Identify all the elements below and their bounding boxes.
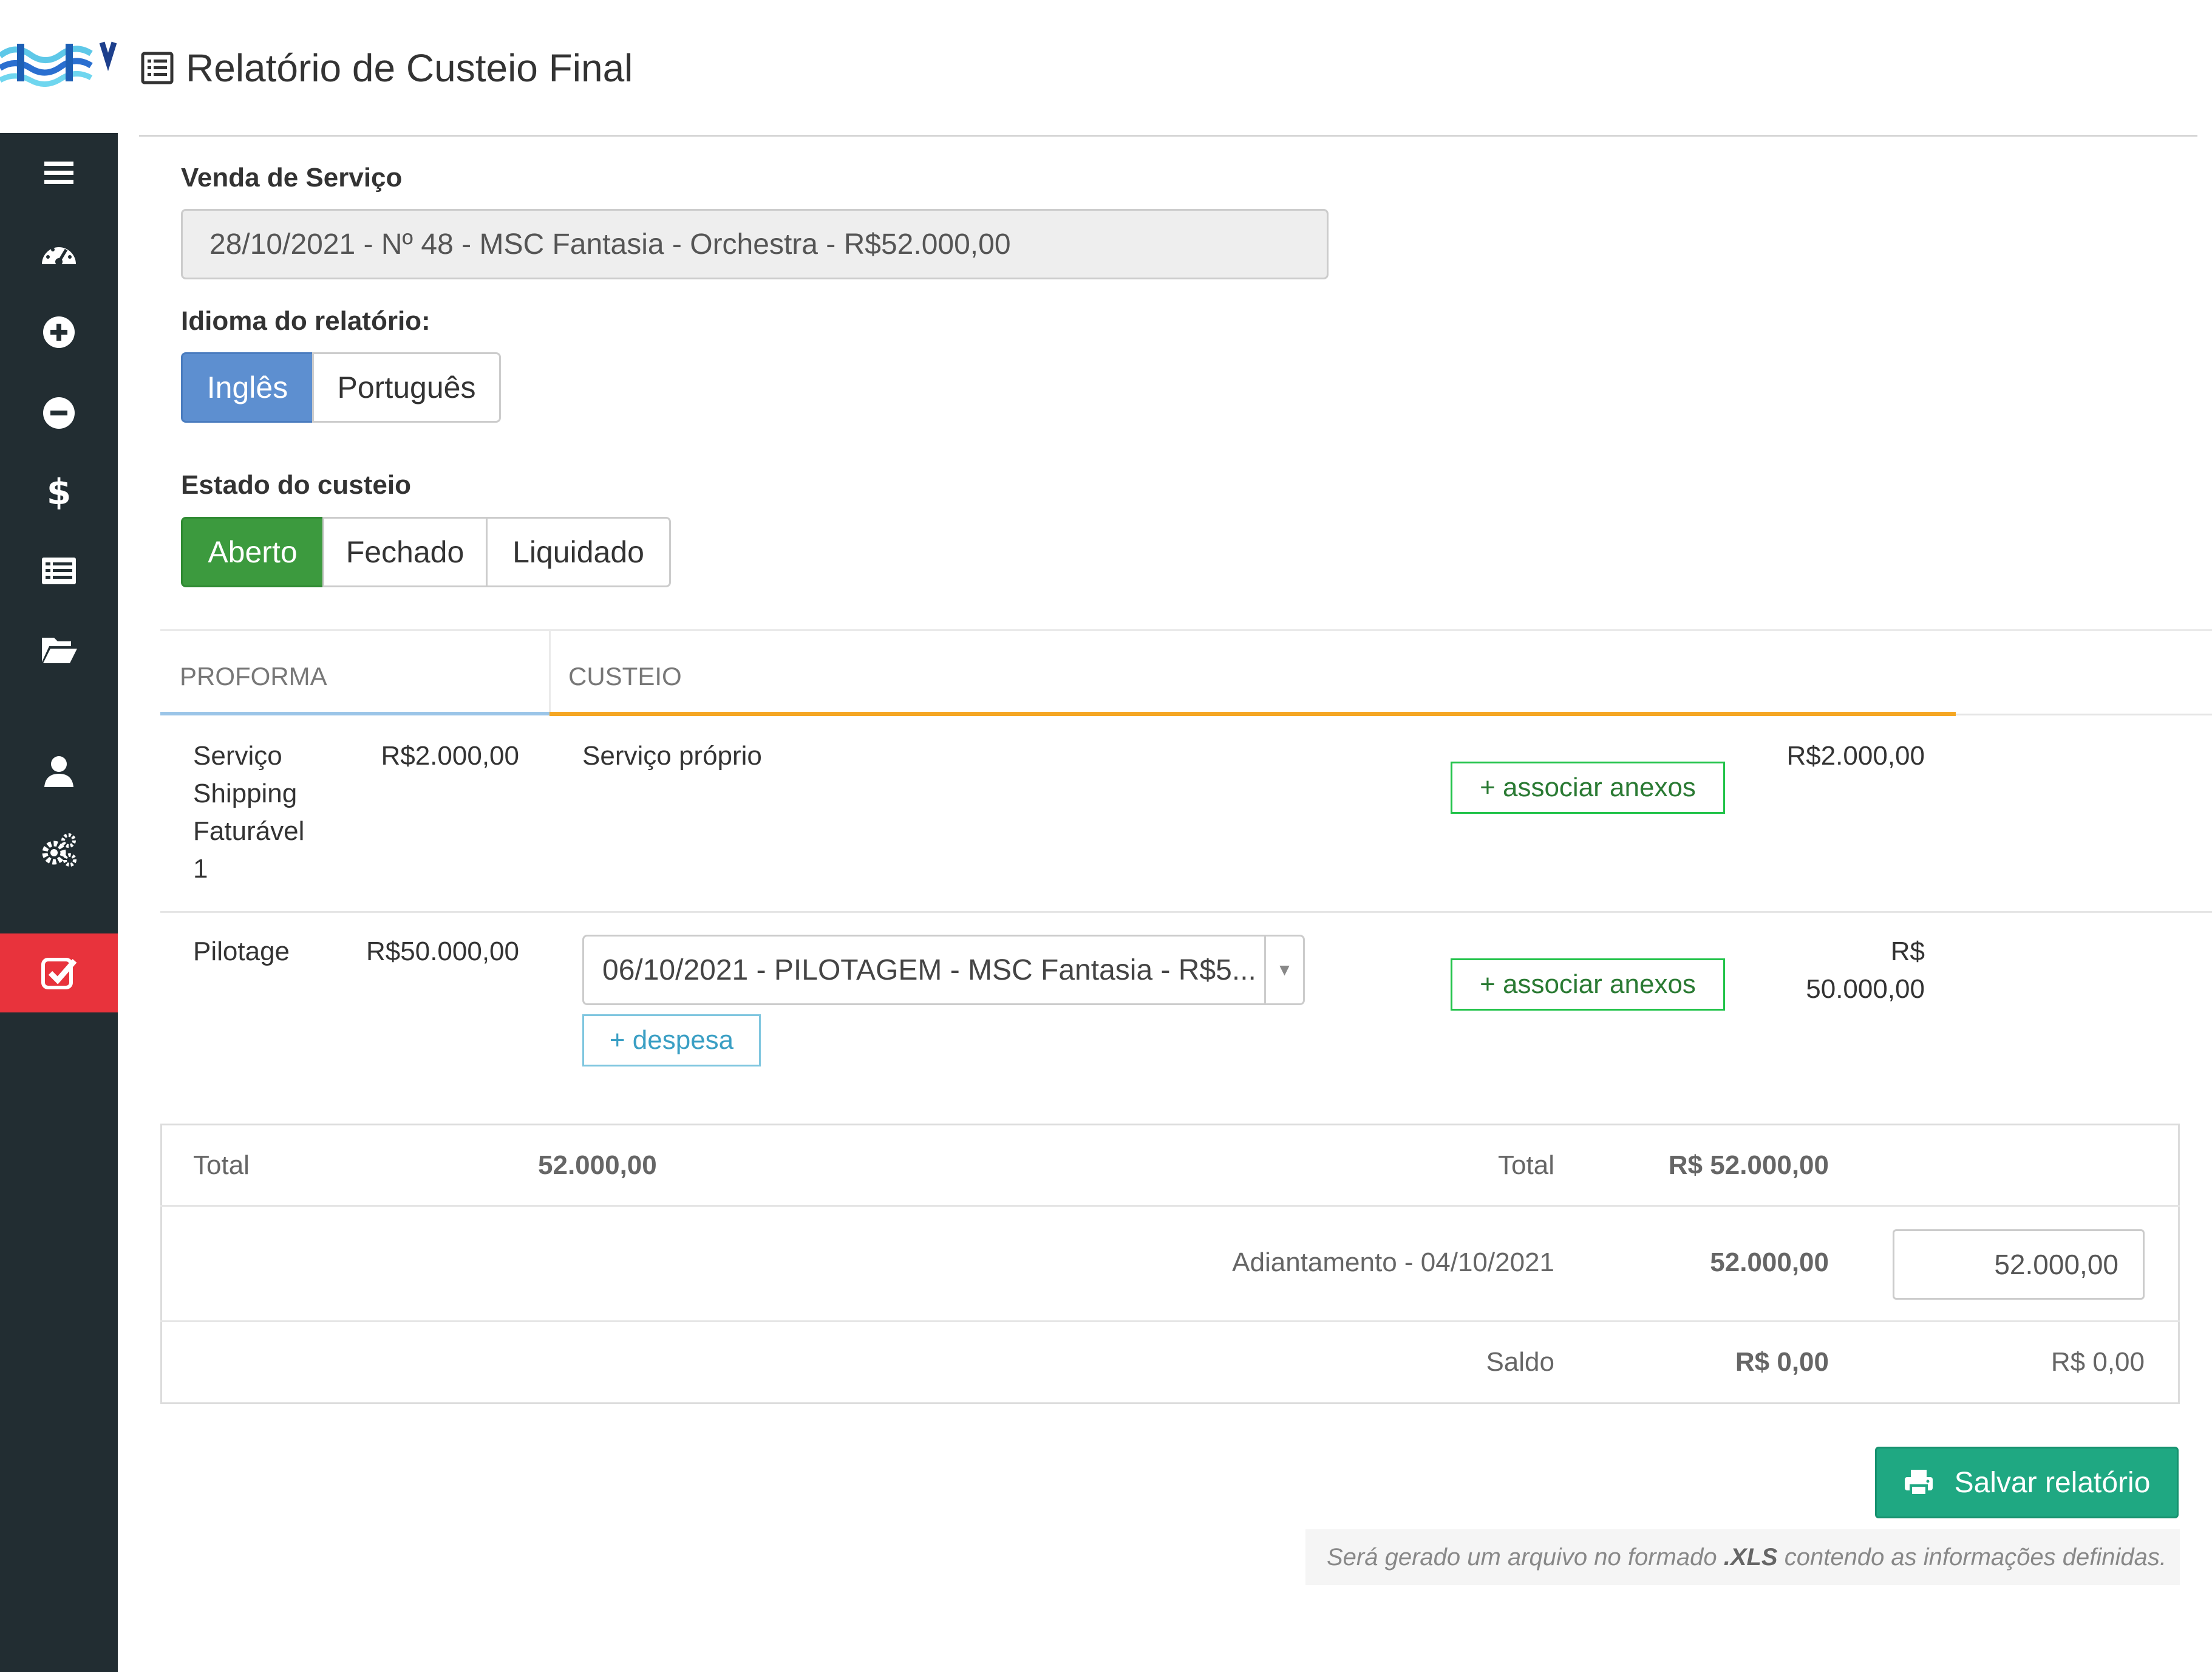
folder-open-icon (42, 638, 77, 663)
proforma-item-name: Pilotage (193, 937, 290, 966)
proforma-total-label: Total (193, 1150, 250, 1180)
check-square-icon (41, 958, 77, 989)
save-report-button[interactable]: Salvar relatório (1875, 1447, 2179, 1518)
balance-value: R$ 0,00 (1735, 1347, 1829, 1377)
proforma-total-value: 52.000,00 (538, 1150, 657, 1180)
print-icon (1904, 1470, 1933, 1496)
list-alt-icon (141, 52, 174, 84)
tabs-bottom-border (1956, 714, 2212, 715)
user-icon (44, 756, 73, 787)
tab-custeio-underline (550, 712, 1956, 716)
attach-files-button[interactable]: + associar anexos (1451, 958, 1725, 1011)
sidebar: $ (0, 133, 118, 1672)
custeio-item-value-line: R$ (1890, 937, 1925, 966)
page-header: Relatório de Custeio Final (141, 44, 633, 92)
dashboard-icon (42, 247, 76, 265)
totals-divider (160, 1320, 2180, 1322)
custeio-total-label: Total (1498, 1150, 1554, 1180)
balance-label: Saldo (1486, 1347, 1554, 1377)
tabs-border (160, 629, 2212, 631)
expense-select-value: 06/10/2021 - PILOTAGEM - MSC Fantasia - … (602, 954, 1256, 986)
service-sale-field[interactable]: 28/10/2021 - Nº 48 - MSC Fantasia - Orch… (181, 209, 1329, 279)
sidebar-item-settings[interactable] (0, 811, 118, 890)
proforma-item-value: R$50.000,00 (366, 937, 519, 966)
sidebar-item-add[interactable] (0, 293, 118, 372)
language-option-portugues[interactable]: Português (312, 352, 501, 423)
header-divider (139, 135, 2197, 137)
attach-files-button[interactable]: + associar anexos (1451, 762, 1725, 814)
sidebar-item-users[interactable] (0, 732, 118, 811)
language-option-ingles[interactable]: Inglês (181, 352, 314, 423)
custeio-total-value: R$ 52.000,00 (1668, 1150, 1829, 1180)
sidebar-item-dashboard[interactable] (0, 215, 118, 294)
sidebar-item-files[interactable] (0, 610, 118, 689)
export-note-extension: .XLS (1723, 1543, 1778, 1571)
advance-label: Adiantamento - 04/10/2021 (1232, 1247, 1554, 1277)
export-note-suffix: contendo as informações definidas. (1777, 1543, 2166, 1571)
row-divider (160, 911, 2212, 913)
state-option-fechado[interactable]: Fechado (322, 517, 488, 587)
sidebar-item-reports[interactable] (0, 933, 118, 1012)
tab-proforma-underline (160, 712, 550, 715)
menu-icon (44, 162, 73, 184)
proforma-item-name-line: Faturável (193, 816, 305, 846)
save-report-label: Salvar relatório (1954, 1466, 2151, 1499)
page-title: Relatório de Custeio Final (186, 46, 633, 90)
balance-right-value: R$ 0,00 (2050, 1347, 2145, 1377)
custeio-item-value-line: 50.000,00 (1806, 974, 1925, 1004)
costing-state-label: Estado do custeio (181, 470, 411, 500)
dropdown-caret-icon[interactable]: ▼ (1264, 937, 1303, 1003)
list-card-icon (42, 558, 76, 584)
svg-text:$: $ (47, 473, 71, 511)
state-option-liquidado[interactable]: Liquidado (486, 517, 671, 587)
plus-circle-icon (43, 316, 75, 348)
expense-select[interactable]: 06/10/2021 - PILOTAGEM - MSC Fantasia - … (582, 935, 1305, 1005)
sidebar-item-list[interactable] (0, 531, 118, 610)
report-language-label: Idioma do relatório: (181, 306, 430, 336)
custeio-item-value: R$2.000,00 (1786, 741, 1925, 771)
advance-value: 52.000,00 (1710, 1247, 1829, 1277)
state-toggle-group: Aberto Fechado Liquidado (181, 517, 671, 587)
tab-custeio[interactable]: CUSTEIO (568, 662, 682, 691)
totals-divider (160, 1205, 2180, 1207)
proforma-item-name-line: Serviço (193, 741, 282, 771)
advance-amount-input[interactable]: 52.000,00 (1893, 1229, 2145, 1300)
custeio-item-description: Serviço próprio (582, 741, 762, 771)
gears-icon (42, 833, 77, 867)
language-toggle-group: Inglês Português (181, 352, 501, 423)
proforma-item-name-line: 1 (193, 854, 208, 884)
sidebar-item-remove[interactable] (0, 374, 118, 452)
dollar-icon: $ (47, 473, 71, 511)
service-sale-label: Venda de Serviço (181, 163, 403, 193)
proforma-item-name: Serviço Shipping Faturável 1 (193, 737, 304, 888)
tab-proforma[interactable]: PROFORMA (180, 662, 327, 691)
export-note: Será gerado um arquivo no formado .XLS c… (1305, 1529, 2180, 1585)
add-expense-button[interactable]: + despesa (582, 1014, 761, 1066)
tabs-divider (549, 629, 551, 716)
sidebar-toggle-button[interactable] (0, 133, 118, 212)
brand-logo[interactable] (0, 32, 118, 92)
sidebar-item-finance[interactable]: $ (0, 452, 118, 531)
export-note-prefix: Será gerado um arquivo no formado (1326, 1543, 1724, 1571)
minus-circle-icon (43, 397, 75, 429)
proforma-item-value: R$2.000,00 (381, 741, 519, 771)
proforma-item-name-line: Shipping (193, 779, 298, 808)
custeio-item-value: R$ 50.000,00 (1700, 933, 1925, 1008)
state-option-aberto[interactable]: Aberto (181, 517, 324, 587)
